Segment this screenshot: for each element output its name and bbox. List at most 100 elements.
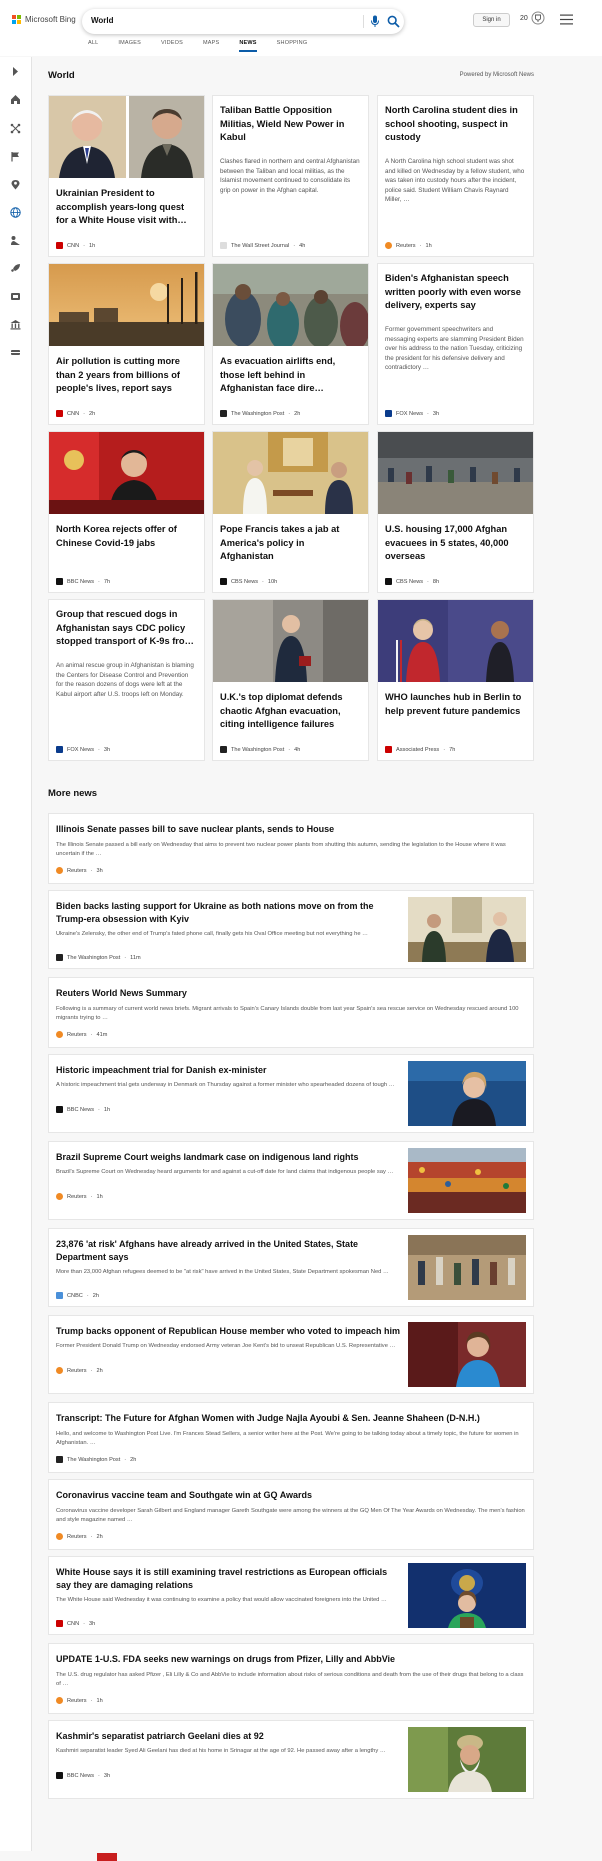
news-card-title[interactable]: Ukrainian President to accomplish years-… <box>56 187 196 228</box>
news-card[interactable]: Air pollution is cutting more than 2 yea… <box>48 263 205 425</box>
entertainment-icon[interactable] <box>10 291 21 302</box>
news-item-title[interactable]: UPDATE 1-U.S. FDA seeks new warnings on … <box>56 1653 526 1666</box>
news-item-title[interactable]: Transcript: The Future for Afghan Women … <box>56 1412 526 1425</box>
business-icon[interactable] <box>10 235 21 246</box>
news-card[interactable]: Taliban Battle Opposition Militias, Wiel… <box>212 95 369 257</box>
search-input[interactable] <box>91 16 321 25</box>
source-logo-icon <box>385 578 392 585</box>
bing-logo[interactable]: Microsoft Bing <box>12 15 76 24</box>
news-list-item[interactable]: 23,876 'at risk' Afghans have already ar… <box>48 1228 534 1307</box>
rocket-icon[interactable] <box>10 263 21 274</box>
hamburger-menu-icon[interactable] <box>560 14 573 25</box>
news-list-item[interactable]: Coronavirus vaccine team and Southgate w… <box>48 1479 534 1550</box>
news-card[interactable]: Group that rescued dogs in Afghanistan s… <box>48 599 205 761</box>
location-pin-icon[interactable] <box>10 179 21 190</box>
news-card-title[interactable]: Biden's Afghanistan speech written poorl… <box>385 272 525 313</box>
news-card-image <box>213 432 368 514</box>
news-list-item[interactable]: Biden backs lasting support for Ukraine … <box>48 890 534 969</box>
news-item-source: CNBC · 2h <box>56 1292 99 1299</box>
tab-images[interactable]: IMAGES <box>118 40 141 52</box>
news-item-source: The Washington Post · 2h <box>56 1456 136 1463</box>
source-logo-icon <box>56 1697 63 1704</box>
source-logo-icon <box>56 1456 63 1463</box>
news-list-item[interactable]: Brazil Supreme Court weighs landmark cas… <box>48 1141 534 1220</box>
chevron-right-icon[interactable] <box>10 66 21 77</box>
news-card-title[interactable]: WHO launches hub in Berlin to help preve… <box>385 691 525 718</box>
news-card[interactable]: U.K.'s top diplomat defends chaotic Afgh… <box>212 599 369 761</box>
news-card[interactable]: U.S. housing 17,000 Afghan evacuees in 5… <box>377 431 534 593</box>
news-item-title[interactable]: Historic impeachment trial for Danish ex… <box>56 1064 401 1077</box>
news-card-title[interactable]: U.S. housing 17,000 Afghan evacuees in 5… <box>385 523 525 564</box>
news-item-source: BBC News · 1h <box>56 1106 110 1113</box>
sign-in-button[interactable]: Sign in <box>473 13 510 27</box>
source-logo-icon <box>220 578 227 585</box>
news-item-title[interactable]: 23,876 'at risk' Afghans have already ar… <box>56 1238 401 1264</box>
tab-videos[interactable]: VIDEOS <box>161 40 183 52</box>
news-item-title[interactable]: Coronavirus vaccine team and Southgate w… <box>56 1489 526 1502</box>
news-list-item[interactable]: Illinois Senate passes bill to save nucl… <box>48 813 534 884</box>
rewards-trophy-icon[interactable] <box>531 11 545 27</box>
news-card-image <box>213 600 368 682</box>
news-card[interactable]: Pope Francis takes a jab at America's po… <box>212 431 369 593</box>
car-icon[interactable] <box>10 347 21 358</box>
bank-icon[interactable] <box>10 319 21 330</box>
news-card-title[interactable]: U.K.'s top diplomat defends chaotic Afgh… <box>220 691 360 732</box>
news-item-title[interactable]: Kashmir's separatist patriarch Geelani d… <box>56 1730 401 1743</box>
news-list-item[interactable]: UPDATE 1-U.S. FDA seeks new warnings on … <box>48 1643 534 1714</box>
news-card-image <box>49 432 204 514</box>
news-card-image <box>213 264 368 346</box>
news-item-title[interactable]: Trump backs opponent of Republican House… <box>56 1325 401 1338</box>
news-card[interactable]: Biden's Afghanistan speech written poorl… <box>377 263 534 425</box>
news-card-title[interactable]: As evacuation airlifts end, those left b… <box>220 355 360 396</box>
globe-icon[interactable] <box>10 207 21 218</box>
section-title: World <box>48 70 75 81</box>
powered-by-label: Powered by Microsoft News <box>459 72 534 78</box>
source-logo-icon <box>56 1106 63 1113</box>
source-logo-icon <box>56 954 63 961</box>
source-logo-icon <box>56 746 63 753</box>
news-card-source: Reuters · 1h <box>385 242 432 249</box>
flag-icon[interactable] <box>10 151 21 162</box>
news-card-title[interactable]: North Carolina student dies in school sh… <box>385 104 525 145</box>
network-icon[interactable] <box>10 123 21 134</box>
news-item-title[interactable]: Brazil Supreme Court weighs landmark cas… <box>56 1151 401 1164</box>
search-icon[interactable] <box>387 15 400 28</box>
rewards-points[interactable]: 20 <box>520 15 528 22</box>
news-card[interactable]: As evacuation airlifts end, those left b… <box>212 263 369 425</box>
news-list-item[interactable]: Transcript: The Future for Afghan Women … <box>48 1402 534 1473</box>
home-icon[interactable] <box>10 94 21 105</box>
tab-shopping[interactable]: SHOPPING <box>277 40 308 52</box>
news-item-snippet: Kashmiri separatist leader Syed Ali Geel… <box>56 1748 386 1754</box>
news-card-title[interactable]: Air pollution is cutting more than 2 yea… <box>56 355 196 396</box>
news-card-title[interactable]: Taliban Battle Opposition Militias, Wiel… <box>220 104 360 145</box>
news-item-source: Reuters · 2h <box>56 1533 103 1540</box>
news-item-image <box>408 1061 526 1126</box>
news-list-item[interactable]: Historic impeachment trial for Danish ex… <box>48 1054 534 1133</box>
news-item-image <box>408 1148 526 1213</box>
news-item-title[interactable]: White House says it is still examining t… <box>56 1566 401 1592</box>
news-item-image <box>408 1727 526 1792</box>
news-item-title[interactable]: Biden backs lasting support for Ukraine … <box>56 900 401 926</box>
news-card[interactable]: WHO launches hub in Berlin to help preve… <box>377 599 534 761</box>
search-box[interactable] <box>82 9 404 34</box>
tab-all[interactable]: ALL <box>88 40 98 52</box>
news-item-source: Reuters · 3h <box>56 867 103 874</box>
news-list-item[interactable]: Kashmir's separatist patriarch Geelani d… <box>48 1720 534 1799</box>
news-list-item[interactable]: Reuters World News Summary Following is … <box>48 977 534 1048</box>
news-card-source: CBS News · 8h <box>385 578 439 585</box>
news-card[interactable]: Ukrainian President to accomplish years-… <box>48 95 205 257</box>
news-card[interactable]: North Carolina student dies in school sh… <box>377 95 534 257</box>
news-item-title[interactable]: Illinois Senate passes bill to save nucl… <box>56 823 526 836</box>
news-card-title[interactable]: Group that rescued dogs in Afghanistan s… <box>56 608 196 649</box>
news-card-title[interactable]: North Korea rejects offer of Chinese Cov… <box>56 523 196 550</box>
news-card[interactable]: North Korea rejects offer of Chinese Cov… <box>48 431 205 593</box>
news-item-title[interactable]: Reuters World News Summary <box>56 987 526 1000</box>
news-list-item[interactable]: Trump backs opponent of Republican House… <box>48 1315 534 1394</box>
tab-news[interactable]: NEWS <box>239 40 257 52</box>
news-card-image <box>378 432 533 514</box>
news-item-snippet: Brazil's Supreme Court on Wednesday hear… <box>56 1169 394 1175</box>
tab-maps[interactable]: MAPS <box>203 40 219 52</box>
microphone-icon[interactable] <box>369 15 381 28</box>
news-card-title[interactable]: Pope Francis takes a jab at America's po… <box>220 523 360 564</box>
news-list-item[interactable]: White House says it is still examining t… <box>48 1556 534 1635</box>
